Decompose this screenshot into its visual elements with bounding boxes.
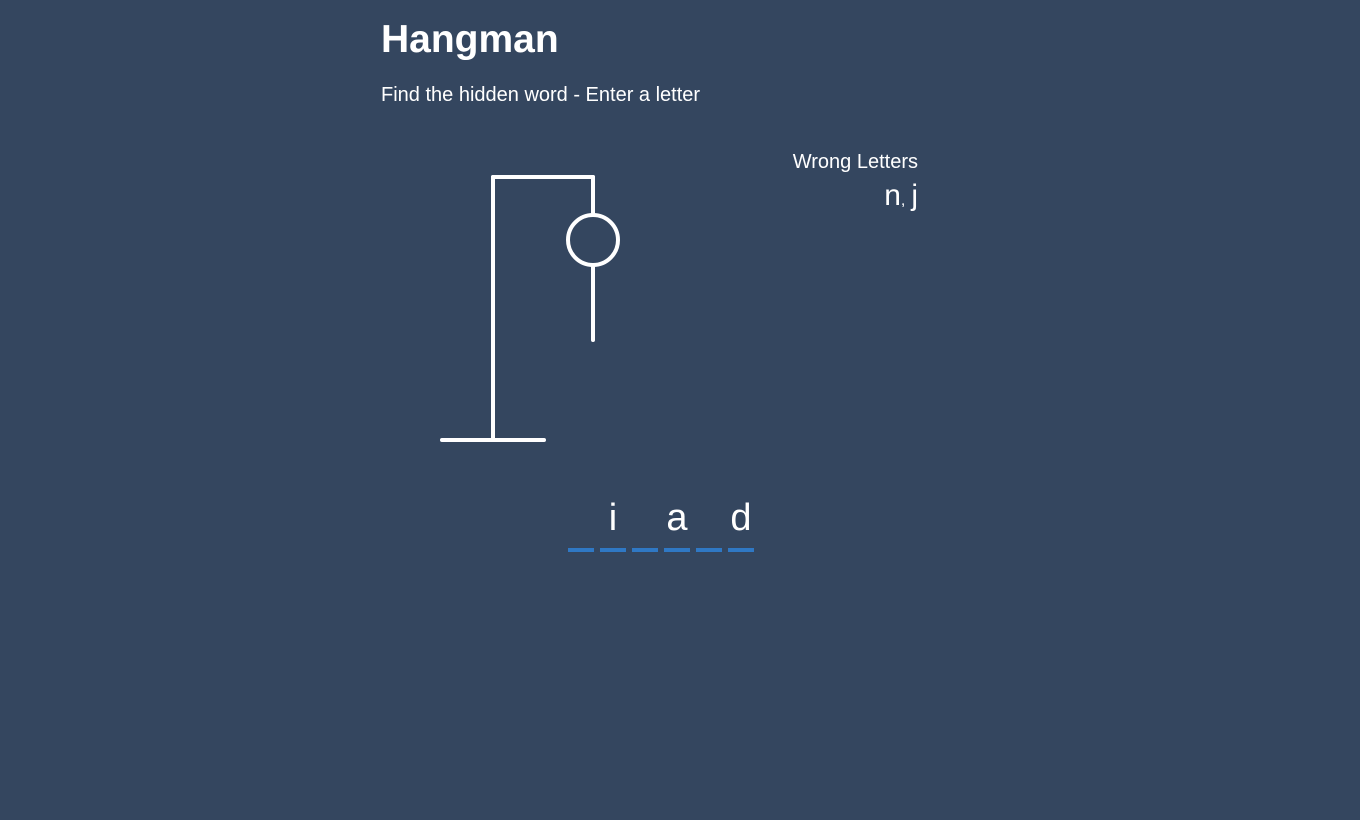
slot-letter: d <box>730 497 752 539</box>
wrong-letters-list: n, j <box>793 178 918 219</box>
slot-letter: a <box>666 497 688 539</box>
letter-slot: i <box>600 496 626 552</box>
wrong-letter: n <box>884 179 901 212</box>
wrong-letters-label: Wrong Letters <box>792 151 918 173</box>
hangman-head <box>566 213 620 267</box>
wrong-letter: j <box>911 179 918 212</box>
hidden-word: i a d <box>565 496 757 552</box>
letter-slot: a <box>664 496 690 552</box>
slot-letter: i <box>608 497 618 539</box>
letter-slot: d <box>728 496 754 552</box>
letter-slot <box>568 496 594 552</box>
letter-slot <box>632 496 658 552</box>
letter-slot <box>696 496 722 552</box>
hangman-drawing <box>440 175 620 442</box>
wrong-letters-panel: Wrong Letters n, j <box>793 150 918 219</box>
wrong-letter-separator: , <box>900 192 906 209</box>
